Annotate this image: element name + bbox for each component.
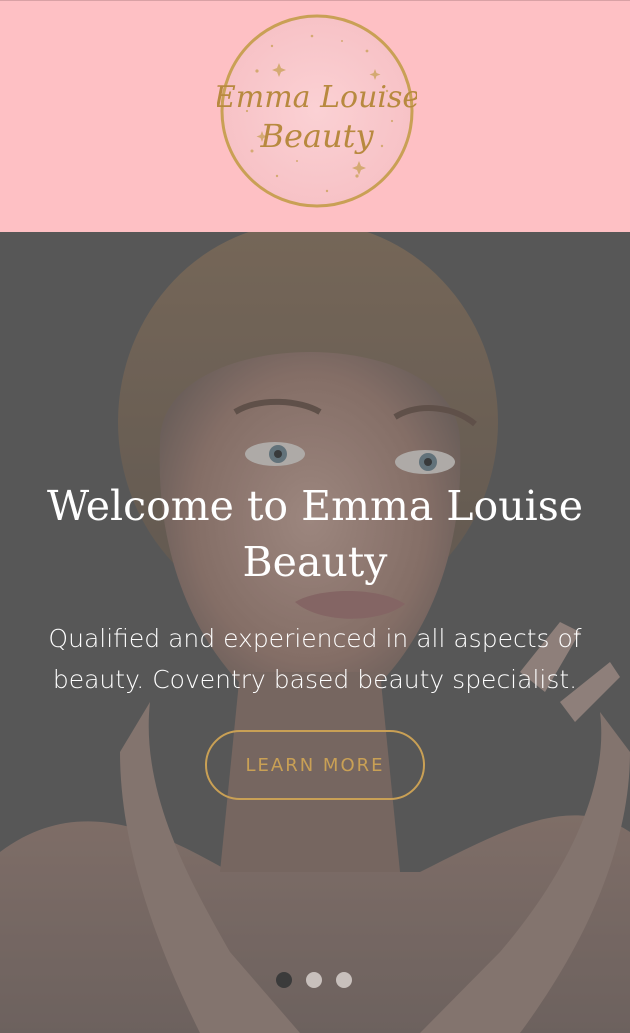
learn-more-button[interactable]: LEARN MORE [205, 730, 425, 800]
carousel-indicators [276, 972, 360, 990]
logo-line1: Emma Louise [217, 80, 417, 115]
hero-subtitle: Qualified and experienced in all aspects… [48, 624, 582, 694]
carousel-dot-1[interactable] [276, 972, 292, 988]
brand-logo[interactable]: Emma Louise Beauty [217, 11, 417, 211]
site-header: Emma Louise Beauty [0, 0, 630, 232]
hero-slider: Welcome to Emma Louise Beauty Qualified … [0, 232, 630, 1033]
carousel-dot-2[interactable] [306, 972, 322, 988]
hero-title: Welcome to Emma Louise Beauty [46, 482, 584, 586]
carousel-dot-3[interactable] [336, 972, 352, 988]
logo-line2: Beauty [259, 117, 374, 155]
logo-badge-icon: Emma Louise Beauty [217, 14, 417, 208]
